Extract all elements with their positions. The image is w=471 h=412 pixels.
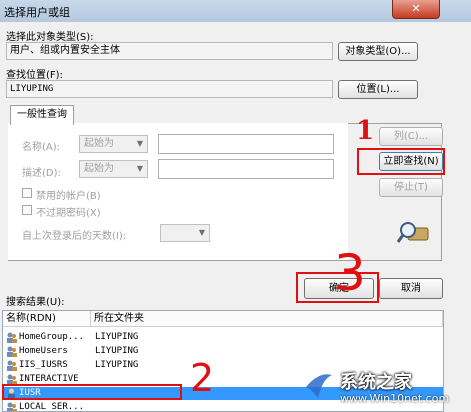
brand-logo-icon	[306, 374, 332, 399]
description-label: 描述(D):	[22, 168, 61, 179]
description-mode-select[interactable]: 起始为 ▼	[79, 160, 148, 178]
name-mode-select[interactable]: 起始为 ▼	[79, 135, 148, 153]
location-field: LIYUPING	[6, 80, 333, 98]
search-magnifier-icon	[396, 222, 429, 243]
title-bar: 选择用户或组 ✕	[0, 0, 471, 22]
cancel-button[interactable]: 取消	[379, 278, 443, 299]
annotation-box-find-now	[357, 148, 445, 175]
list-item[interactable]: HomeUsers LIYUPING	[3, 345, 443, 358]
days-since-logon-select[interactable]: ▼	[160, 224, 210, 242]
chevron-down-icon: ▼	[136, 139, 143, 148]
list-item-folder: LIYUPING	[95, 332, 139, 342]
disabled-accounts-label: 禁用的帐户(B)	[36, 191, 101, 202]
list-item[interactable]: HomeGroup... LIYUPING	[3, 331, 443, 344]
annotation-box-iusr	[2, 384, 182, 400]
group-icon	[7, 332, 17, 343]
group-icon	[7, 402, 17, 411]
list-item-name: HomeUsers	[19, 346, 68, 356]
nonexpiring-password-checkbox[interactable]	[22, 205, 32, 215]
locations-button[interactable]: 位置(L)...	[338, 80, 418, 99]
column-header-folder[interactable]: 所在文件夹	[91, 311, 443, 327]
list-item-name: LOCAL SER...	[19, 402, 85, 412]
group-icon	[7, 360, 17, 371]
object-type-field: 用户、组或内置安全主体	[6, 42, 333, 60]
chevron-down-icon: ▼	[136, 164, 143, 173]
list-item-folder: LIYUPING	[95, 360, 139, 370]
chevron-down-icon: ▼	[198, 228, 205, 237]
annotation-mark-1: 1	[356, 116, 375, 146]
column-header-name[interactable]: 名称(RDN)	[3, 311, 91, 327]
annotation-mark-3: 3	[334, 244, 366, 302]
tab-common-queries[interactable]: 一般性查询	[10, 105, 74, 125]
close-button[interactable]: ✕	[392, 0, 440, 19]
stop-button[interactable]: 停止(T)	[379, 178, 443, 197]
select-users-dialog: 选择用户或组 ✕ 选择此对象类型(S): 用户、组或内置安全主体 对象类型(O)…	[0, 0, 471, 412]
name-label: 名称(A):	[22, 142, 61, 153]
annotation-mark-2: 2	[190, 356, 215, 400]
watermark: 系统之家 www.Win10net.com	[300, 365, 471, 412]
days-since-logon-label: 自上次登录后的天数(I):	[22, 231, 127, 242]
object-types-button[interactable]: 对象类型(O)...	[338, 42, 418, 61]
watermark-url: www.Win10net.com	[340, 392, 450, 405]
object-type-label: 选择此对象类型(S):	[6, 32, 94, 43]
name-mode-value: 起始为	[84, 138, 114, 149]
description-mode-value: 起始为	[84, 163, 114, 174]
list-item-name: IIS_IUSRS	[19, 360, 68, 370]
watermark-brand: 系统之家	[340, 372, 412, 393]
name-input[interactable]	[158, 134, 334, 154]
group-icon	[7, 346, 17, 357]
list-item-name: HomeGroup...	[19, 332, 85, 342]
columns-button[interactable]: 列(C)...	[379, 127, 443, 146]
window-title: 选择用户或组	[4, 6, 70, 19]
description-input[interactable]	[158, 159, 334, 179]
nonexpiring-password-label: 不过期密码(X)	[36, 208, 101, 219]
disabled-accounts-checkbox[interactable]	[22, 188, 32, 198]
search-results-label: 搜索结果(U):	[6, 297, 65, 308]
location-label: 查找位置(F):	[6, 70, 63, 81]
list-item-folder: LIYUPING	[95, 346, 139, 356]
